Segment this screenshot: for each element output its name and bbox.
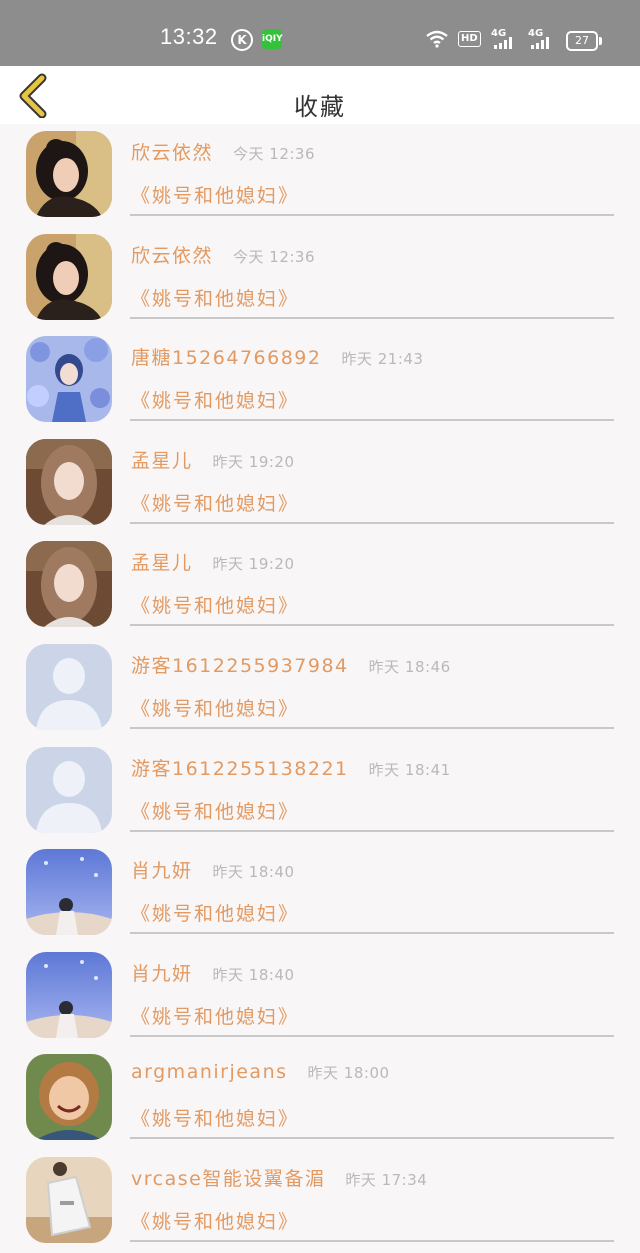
divider — [130, 1137, 614, 1140]
username[interactable]: 肖九妍 昨天 18:40 — [131, 856, 295, 883]
timestamp: 昨天 18:40 — [212, 965, 295, 984]
signal-icon — [531, 37, 549, 49]
battery-icon: 27 — [566, 31, 602, 51]
iqiyi-icon: iQIY — [262, 29, 283, 49]
list-item[interactable]: 肖九妍 昨天 18:40 《姚号和他媳妇》 — [0, 945, 640, 1048]
list-item[interactable]: vrcase智能设翼备湄 昨天 17:34 《姚号和他媳妇》 — [0, 1150, 640, 1253]
avatar[interactable] — [26, 336, 112, 423]
username[interactable]: 游客1612255937984 昨天 18:46 — [131, 651, 451, 678]
favorite-title[interactable]: 《姚号和他媳妇》 — [131, 386, 299, 413]
timestamp: 昨天 18:40 — [212, 863, 295, 882]
divider — [130, 214, 614, 216]
avatar[interactable] — [26, 131, 112, 217]
timestamp: 昨天 21:43 — [341, 350, 424, 369]
favorites-list: 欣云依然 今天 12:36 《姚号和他媳妇》 欣云依然 今天 12:36 《姚号和他… — [0, 124, 640, 1253]
favorite-title[interactable]: 《姚号和他媳妇》 — [131, 899, 299, 926]
list-item[interactable]: 欣云依然 今天 12:36 《姚号和他媳妇》 — [0, 124, 640, 227]
avatar[interactable] — [26, 1054, 112, 1141]
avatar[interactable] — [26, 849, 112, 936]
favorite-title[interactable]: 《姚号和他媳妇》 — [131, 591, 299, 618]
divider — [130, 419, 614, 422]
list-item[interactable]: 游客1612255937984 昨天 18:46 《姚号和他媳妇》 — [0, 637, 640, 740]
list-item[interactable]: 肖九妍 昨天 18:40 《姚号和他媳妇》 — [0, 842, 640, 945]
timestamp: 昨天 19:20 — [212, 555, 295, 574]
wifi-icon — [426, 30, 448, 48]
timestamp: 今天 12:36 — [233, 145, 316, 163]
avatar[interactable] — [26, 541, 112, 628]
divider — [130, 624, 614, 627]
avatar[interactable] — [26, 438, 112, 525]
divider — [130, 726, 614, 729]
list-item[interactable]: 游客1612255138221 昨天 18:41 《姚号和他媳妇》 — [0, 740, 640, 843]
timestamp: 昨天 18:41 — [368, 760, 451, 779]
list-item[interactable]: 唐糖15264766892 昨天 21:43 《姚号和他媳妇》 — [0, 329, 640, 432]
username[interactable]: 唐糖15264766892 昨天 21:43 — [131, 343, 423, 370]
favorite-title[interactable]: 《姚号和他媳妇》 — [131, 1207, 299, 1234]
timestamp: 昨天 18:00 — [307, 1064, 390, 1083]
list-item[interactable]: 孟星儿 昨天 19:20 《姚号和他媳妇》 — [0, 534, 640, 637]
divider — [130, 521, 614, 524]
page-title: 收藏 — [294, 93, 346, 121]
favorite-title[interactable]: 《姚号和他媳妇》 — [131, 489, 299, 516]
k-icon: K — [231, 29, 253, 51]
favorite-title[interactable]: 《姚号和他媳妇》 — [131, 694, 299, 721]
timestamp: 昨天 19:20 — [212, 452, 295, 471]
avatar[interactable] — [26, 951, 112, 1038]
signal-icon — [494, 37, 512, 49]
avatar[interactable] — [26, 643, 112, 730]
username[interactable]: 欣云依然 今天 12:36 — [131, 138, 315, 165]
username[interactable]: 孟星儿 昨天 19:20 — [131, 548, 295, 575]
favorite-title[interactable]: 《姚号和他媳妇》 — [131, 797, 299, 824]
list-item[interactable]: argmanirjeans 昨天 18:00 《姚号和他媳妇》 — [0, 1047, 640, 1150]
list-item[interactable]: 欣云依然 今天 12:36 《姚号和他媳妇》 — [0, 227, 640, 330]
username[interactable]: vrcase智能设翼备湄 昨天 17:34 — [131, 1164, 427, 1191]
favorite-title[interactable]: 《姚号和他媳妇》 — [131, 181, 299, 208]
list-item[interactable]: 孟星儿 昨天 19:20 《姚号和他媳妇》 — [0, 432, 640, 535]
timestamp: 昨天 18:46 — [368, 657, 451, 676]
favorite-title[interactable]: 《姚号和他媳妇》 — [131, 1002, 299, 1029]
status-bar: 13:32 K iQIY HD 4G 4G 27 — [0, 0, 640, 66]
timestamp: 今天 12:36 — [233, 247, 316, 266]
divider — [130, 1034, 614, 1037]
status-time: 13:32 — [160, 24, 218, 49]
timestamp: 昨天 17:34 — [345, 1170, 428, 1189]
divider — [130, 932, 614, 935]
favorite-title[interactable]: 《姚号和他媳妇》 — [131, 1104, 299, 1131]
divider — [130, 316, 614, 319]
avatar[interactable] — [26, 746, 112, 833]
username[interactable]: 游客1612255138221 昨天 18:41 — [131, 754, 451, 781]
header-bar: 收藏 — [0, 66, 640, 124]
username[interactable]: argmanirjeans 昨天 18:00 — [131, 1061, 390, 1083]
username[interactable]: 肖九妍 昨天 18:40 — [131, 959, 295, 986]
hd-badge: HD — [458, 31, 481, 47]
avatar[interactable] — [26, 1156, 112, 1243]
favorite-title[interactable]: 《姚号和他媳妇》 — [131, 284, 299, 311]
username[interactable]: 孟星儿 昨天 19:20 — [131, 446, 295, 473]
username[interactable]: 欣云依然 今天 12:36 — [131, 241, 315, 268]
divider — [130, 829, 614, 832]
avatar[interactable] — [26, 233, 112, 320]
